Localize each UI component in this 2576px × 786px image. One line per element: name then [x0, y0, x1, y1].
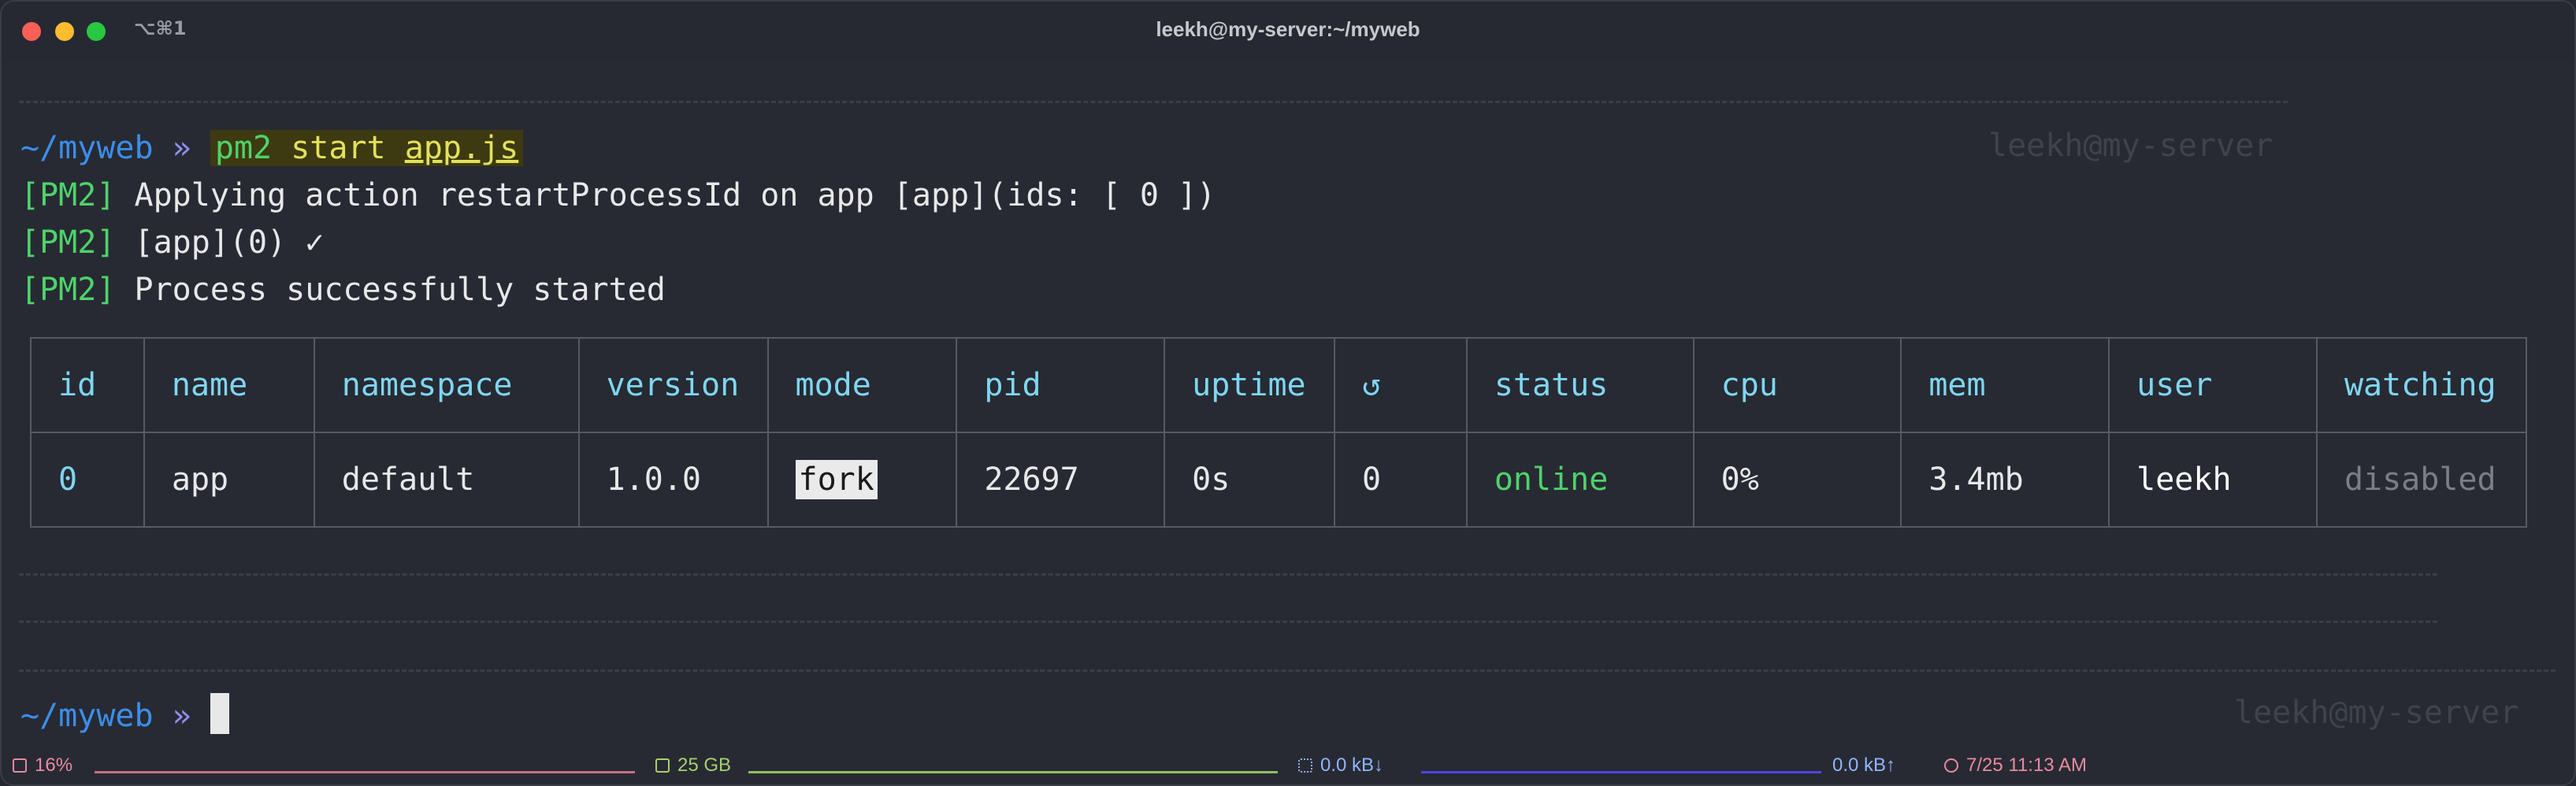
- network-graph: [1421, 759, 1821, 773]
- column-header: watching: [2315, 337, 2528, 433]
- prompt-line[interactable]: ~/myweb »: [20, 693, 229, 738]
- cpu-icon: [13, 758, 27, 773]
- cell-user: leekh: [2108, 432, 2318, 528]
- separator: [19, 573, 2437, 576]
- pm2-tag: [PM2]: [20, 177, 116, 213]
- clock-status: 7/25 11:13 AM: [1944, 754, 2087, 777]
- cell-status: online: [1465, 432, 1694, 528]
- column-header: cpu: [1692, 337, 1902, 433]
- prompt-directory: ~/myweb: [20, 130, 154, 166]
- memory-icon: [655, 758, 670, 773]
- cell-mode: fork: [766, 432, 958, 528]
- cell-namespace: default: [313, 432, 580, 528]
- right-prompt: leekh@my-server: [2234, 695, 2519, 731]
- terminal-window: ⌥⌘1 leekh@my-server:~/myweb ~/myweb » pm…: [0, 0, 2576, 786]
- cell-version: 1.0.0: [577, 432, 769, 528]
- command-file: app.js: [404, 130, 519, 166]
- clock-icon: [1944, 758, 1958, 773]
- network-down-status: 0.0 kB↓: [1298, 754, 1383, 777]
- mode-badge: fork: [795, 460, 878, 499]
- table-header-row: id name namespace version mode pid uptim…: [30, 337, 2528, 433]
- separator: [19, 621, 2437, 623]
- prompt-chevron: »: [172, 130, 191, 166]
- command-text: pm2 start app.js: [210, 130, 524, 166]
- cell-id: 0: [30, 432, 145, 528]
- output-text: Applying action restartProcessId on app …: [134, 177, 1216, 213]
- cell-name: app: [143, 432, 315, 528]
- network-down-value: 0.0 kB↓: [1320, 754, 1384, 776]
- column-header: uptime: [1164, 337, 1336, 433]
- memory-value: 25 GB: [677, 754, 732, 776]
- separator: [19, 669, 2556, 672]
- text-cursor: [210, 693, 229, 734]
- cell-cpu: 0%: [1692, 432, 1902, 528]
- cell-uptime: 0s: [1164, 432, 1336, 528]
- column-header: version: [577, 337, 769, 433]
- command-pm2: pm2: [214, 130, 273, 166]
- cpu-graph: [95, 759, 635, 773]
- output-line: [PM2] Process successfully started: [20, 268, 666, 312]
- separator: [19, 101, 2288, 103]
- column-header: id: [30, 337, 145, 433]
- output-text: [app](0) ✓: [134, 224, 325, 261]
- column-header: mem: [1900, 337, 2110, 433]
- window-title: leekh@my-server:~/myweb: [1156, 17, 1420, 41]
- column-header: namespace: [313, 337, 580, 433]
- column-header: status: [1465, 337, 1694, 433]
- prompt-line: ~/myweb » pm2 start app.js: [20, 126, 524, 170]
- column-header: name: [143, 337, 315, 433]
- column-header: pid: [956, 337, 1166, 433]
- cell-watching: disabled: [2315, 432, 2528, 528]
- output-line: [PM2] Applying action restartProcessId o…: [20, 173, 1216, 217]
- restart-count-header: ↺: [1334, 337, 1468, 433]
- table-row: 0 app default 1.0.0 fork 22697 0s 0 onli…: [30, 432, 2528, 528]
- status-bar: 16% 25 GB 0.0 kB↓ 0.0 kB↑ 7/25 11:13 AM: [2, 747, 2574, 784]
- cpu-status: 16%: [13, 754, 72, 777]
- column-header: mode: [766, 337, 958, 433]
- right-prompt: leekh@my-server: [1988, 128, 2273, 164]
- command-start: start: [291, 130, 386, 166]
- memory-graph: [748, 759, 1278, 773]
- cell-pid: 22697: [956, 432, 1166, 528]
- process-table: id name namespace version mode pid uptim…: [30, 337, 2528, 528]
- pm2-tag: [PM2]: [20, 224, 116, 261]
- prompt-chevron: »: [172, 698, 191, 734]
- output-text: Process successfully started: [134, 272, 666, 308]
- title-bar: ⌥⌘1 leekh@my-server:~/myweb: [2, 2, 2574, 60]
- output-line: [PM2] [app](0) ✓: [20, 221, 324, 265]
- cell-mem: 3.4mb: [1900, 432, 2110, 528]
- clock-value: 7/25 11:13 AM: [1966, 754, 2087, 776]
- pm2-tag: [PM2]: [20, 272, 116, 308]
- prompt-directory: ~/myweb: [20, 698, 154, 734]
- network-up-value: 0.0 kB↑: [1832, 754, 1896, 776]
- cell-restarts: 0: [1334, 432, 1468, 528]
- memory-status: 25 GB: [655, 754, 731, 777]
- cpu-value: 16%: [35, 754, 73, 776]
- network-icon: [1298, 758, 1312, 773]
- column-header: user: [2108, 337, 2318, 433]
